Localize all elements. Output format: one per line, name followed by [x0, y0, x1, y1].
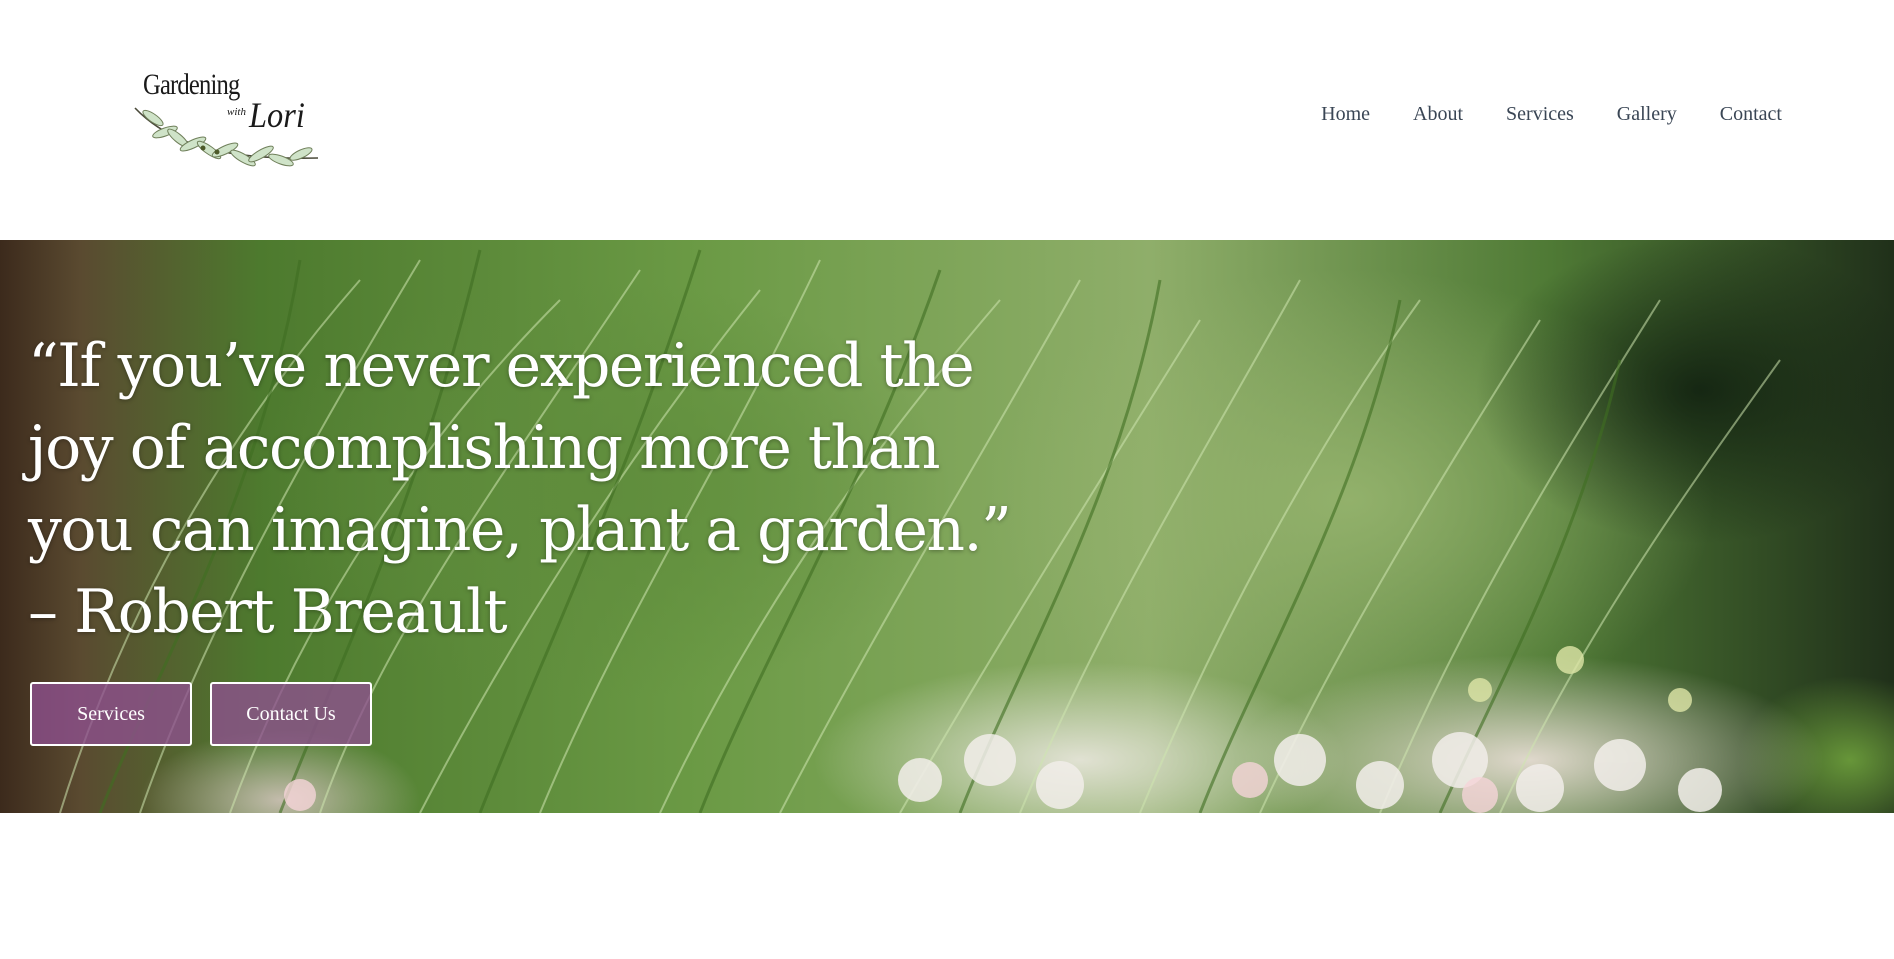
hero-quote: “If you’ve never experienced the joy of … — [28, 331, 1012, 647]
nav-about[interactable]: About — [1413, 103, 1463, 126]
nav-home[interactable]: Home — [1321, 103, 1370, 126]
nav-contact[interactable]: Contact — [1720, 103, 1782, 126]
logo-with: with — [227, 106, 246, 118]
contact-us-button[interactable]: Contact Us — [210, 682, 372, 746]
site-logo[interactable]: Gardening with Lori — [133, 68, 323, 168]
services-button[interactable]: Services — [30, 682, 192, 746]
nav-services[interactable]: Services — [1506, 103, 1574, 126]
logo-title: Gardening — [143, 68, 240, 101]
site-header: Gardening with Lori Home About Services … — [0, 0, 1894, 240]
logo-name: Lori — [249, 95, 305, 135]
hero-buttons: Services Contact Us — [30, 682, 372, 746]
nav-gallery[interactable]: Gallery — [1617, 103, 1677, 126]
main-nav: Home About Services Gallery Contact — [1321, 103, 1782, 126]
hero-banner: “If you’ve never experienced the joy of … — [0, 240, 1894, 813]
